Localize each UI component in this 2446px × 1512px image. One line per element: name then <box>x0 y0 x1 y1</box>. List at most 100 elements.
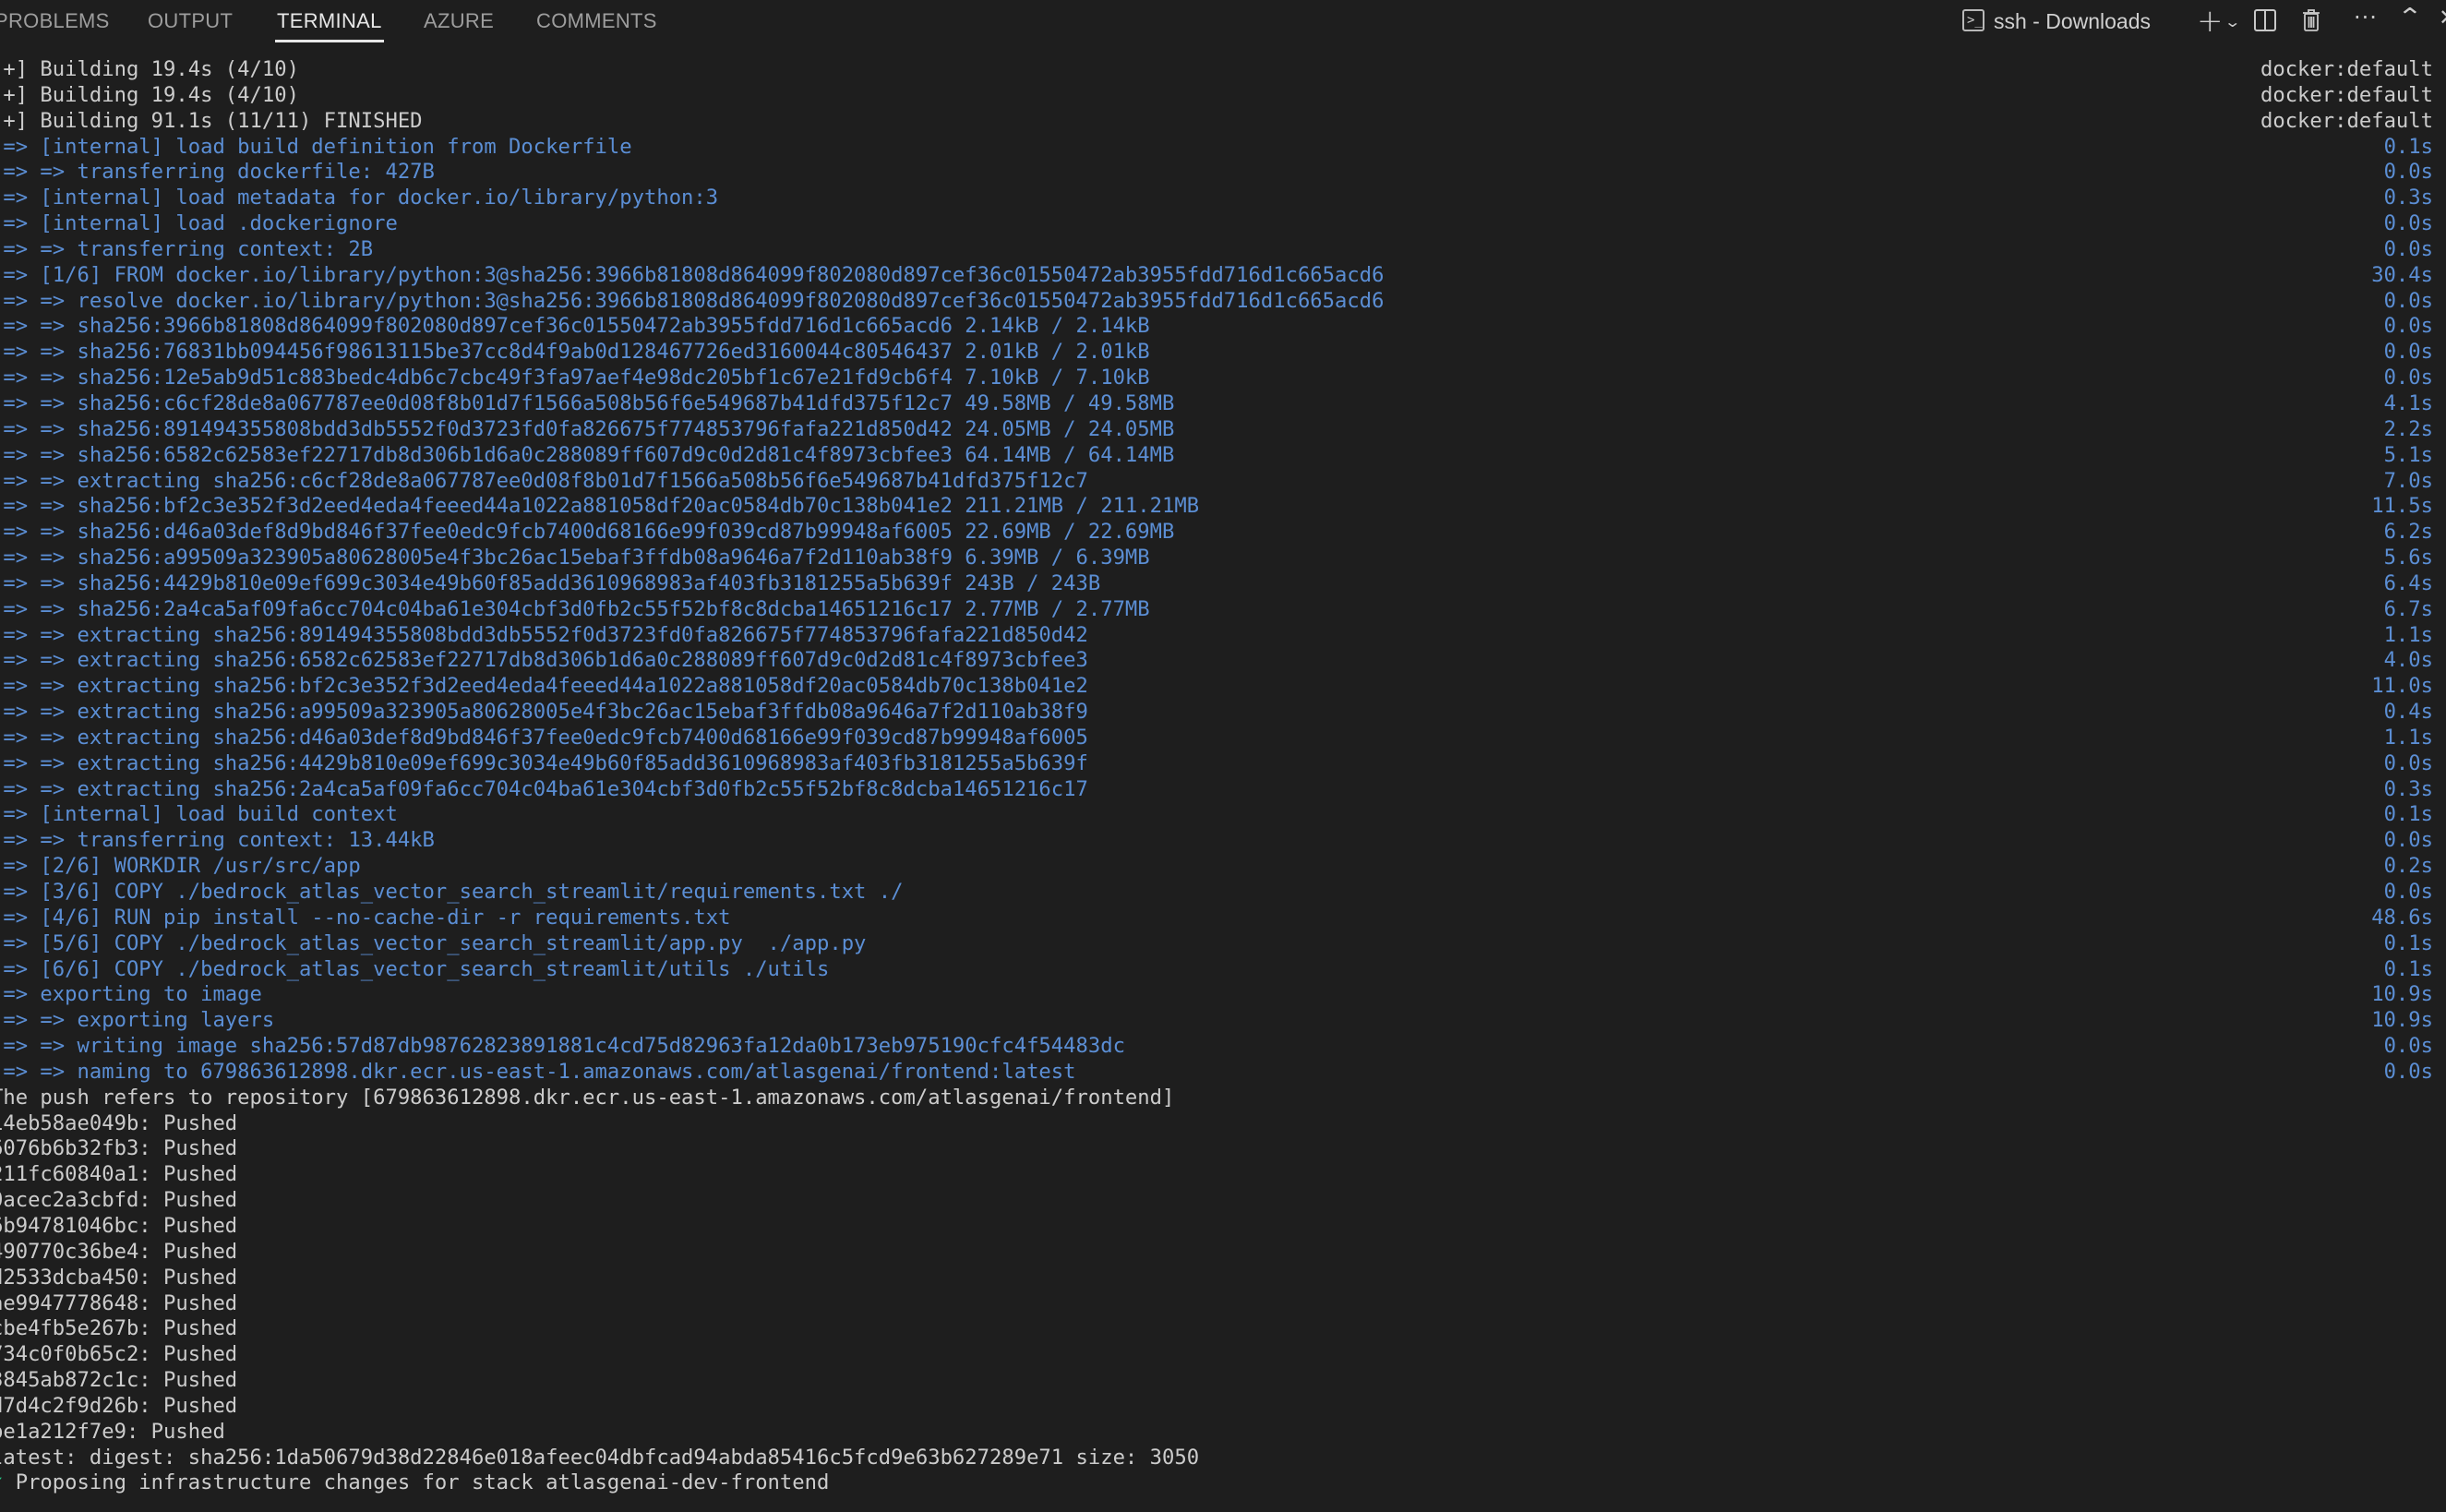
step-duration: 6.4s <box>2383 570 2433 595</box>
step-duration: 30.4s <box>2371 262 2433 287</box>
step-duration: 48.6s <box>2371 905 2433 930</box>
builder-label: docker:default <box>2260 57 2433 81</box>
step-duration: 0.0s <box>2383 828 2433 853</box>
terminal-line: => [internal] load .dockerignore 0.0s <box>0 211 2446 237</box>
terminal-line-text: => => extracting sha256:d46a03def8d9bd84… <box>0 725 1088 750</box>
terminal-output[interactable]: [+] Building 19.4s (4/10) docker:default [… <box>0 57 2446 1512</box>
terminal-line-text: => => extracting sha256:2a4ca5af09fa6cc7… <box>0 776 1088 801</box>
terminal-line: => => transferring dockerfile: 427B 0.0s <box>0 160 2446 186</box>
terminal-line: => => sha256:12e5ab9d51c883bedc4db6c7cbc… <box>0 366 2446 391</box>
terminal-line-text: 3845ab872c1c: Pushed <box>0 1368 238 1393</box>
step-duration: 0.1s <box>2383 930 2433 955</box>
terminal-line: => => transferring context: 2B 0.0s <box>0 237 2446 263</box>
terminal-line-text: => => sha256:d46a03def8d9bd846f37fee0edc… <box>0 520 1175 545</box>
step-duration: 11.5s <box>2371 494 2433 519</box>
close-icon[interactable]: ✕ <box>2439 4 2446 31</box>
terminal-line: 0acec2a3cbfd: Pushed <box>0 1188 2446 1214</box>
step-duration: 0.0s <box>2383 211 2433 236</box>
step-duration: 0.1s <box>2383 802 2433 827</box>
terminal-line: => => resolve docker.io/library/python:3… <box>0 289 2446 315</box>
terminal-line: => => naming to 679863612898.dkr.ecr.us-… <box>0 1060 2446 1086</box>
terminal-line-text: => [internal] load .dockerignore <box>0 211 398 236</box>
terminal-line-text: => [internal] load build context <box>0 802 398 827</box>
split-terminal-icon[interactable] <box>2254 9 2276 31</box>
terminal-line-text: => => sha256:891494355808bdd3db5552f0d37… <box>0 416 1175 441</box>
terminal-line: => exporting to image 10.9s <box>0 982 2446 1008</box>
tab-problems[interactable]: PROBLEMS <box>0 7 110 39</box>
terminal-line-text: d7d4c2f9d26b: Pushed <box>0 1393 238 1418</box>
terminal-line: => => sha256:2a4ca5af09fa6cc704c04ba61e3… <box>0 597 2446 623</box>
terminal-line: d2533dcba450: Pushed <box>0 1266 2446 1291</box>
terminal-line: => => sha256:bf2c3e352f3d2eed4eda4feeed4… <box>0 494 2446 520</box>
terminal-line-text: => => writing image sha256:57d87db987628… <box>0 1034 1125 1059</box>
terminal-line: 490770c36be4: Pushed <box>0 1240 2446 1266</box>
terminal-line-text: => [4/6] RUN pip install --no-cache-dir … <box>0 905 731 930</box>
terminal-line: => => sha256:4429b810e09ef699c3034e49b60… <box>0 571 2446 597</box>
terminal-line-text: 0acec2a3cbfd: Pushed <box>0 1188 238 1213</box>
tab-terminal[interactable]: TERMINAL <box>275 7 384 42</box>
terminal-line: ✓ Proposing infrastructure changes for s… <box>0 1470 2446 1496</box>
tab-output[interactable]: OUTPUT <box>148 7 233 39</box>
more-actions-icon[interactable]: ··· <box>2354 4 2378 31</box>
step-duration: 1.1s <box>2383 622 2433 647</box>
terminal-instance-label[interactable]: ssh - Downloads <box>1994 7 2151 35</box>
terminal-line-text: => => sha256:6582c62583ef22717db8d306b1d… <box>0 442 1175 467</box>
chevron-down-icon[interactable]: ⌄ <box>2224 9 2241 35</box>
terminal-line: => [4/6] RUN pip install --no-cache-dir … <box>0 906 2446 931</box>
terminal-line-text: => [internal] load build definition from… <box>0 134 632 159</box>
terminal-line: => => sha256:3966b81808d864099f802080d89… <box>0 314 2446 340</box>
terminal-line: 14eb58ae049b: Pushed <box>0 1111 2446 1137</box>
terminal-line: => => transferring context: 13.44kB 0.0s <box>0 828 2446 854</box>
step-duration: 0.2s <box>2383 854 2433 879</box>
step-duration: 0.0s <box>2383 236 2433 261</box>
terminal-icon: >_ <box>1962 9 1984 31</box>
step-duration: 4.0s <box>2383 648 2433 673</box>
terminal-toolbar: >_ ssh - Downloads + ⌄ ··· ⌃ ✕ <box>1929 0 2446 44</box>
terminal-line-text: => => sha256:12e5ab9d51c883bedc4db6c7cbc… <box>0 366 1150 390</box>
terminal-line: ae9947778648: Pushed <box>0 1291 2446 1317</box>
step-duration: 0.4s <box>2383 700 2433 725</box>
terminal-line-text: => => sha256:76831bb094456f98613115be37c… <box>0 340 1150 365</box>
new-terminal-icon[interactable]: + <box>2197 6 2224 37</box>
trash-icon[interactable] <box>2302 9 2320 31</box>
terminal-line-text: => => extracting sha256:c6cf28de8a067787… <box>0 468 1088 493</box>
tab-azure[interactable]: AZURE <box>424 7 494 39</box>
terminal-line: d7d4c2f9d26b: Pushed <box>0 1394 2446 1420</box>
terminal-line-text: => [5/6] COPY ./bedrock_atlas_vector_sea… <box>0 930 867 955</box>
step-duration: 0.0s <box>2383 314 2433 339</box>
terminal-line: => => extracting sha256:4429b810e09ef699… <box>0 751 2446 777</box>
terminal-line-text: => => naming to 679863612898.dkr.ecr.us-… <box>0 1059 1076 1084</box>
terminal-line-text: The push refers to repository [679863612… <box>0 1085 1175 1110</box>
terminal-line-text: => [2/6] WORKDIR /usr/src/app <box>0 854 361 879</box>
terminal-line: be1a212f7e9: Pushed <box>0 1420 2446 1446</box>
chevron-up-icon[interactable]: ⌃ <box>2397 4 2423 31</box>
terminal-line-text: 211fc60840a1: Pushed <box>0 1162 238 1187</box>
terminal-line-text: [+] Building 19.4s (4/10) <box>0 57 299 81</box>
terminal-line: => => extracting sha256:891494355808bdd3… <box>0 623 2446 649</box>
terminal-line-text: => [3/6] COPY ./bedrock_atlas_vector_sea… <box>0 880 904 904</box>
step-duration: 7.0s <box>2383 468 2433 493</box>
step-duration: 11.0s <box>2371 674 2433 699</box>
terminal-line-text: => => sha256:a99509a323905a80628005e4f3b… <box>0 546 1150 570</box>
tab-comments[interactable]: COMMENTS <box>536 7 657 39</box>
step-duration: 0.1s <box>2383 134 2433 159</box>
step-duration: 6.2s <box>2383 520 2433 545</box>
terminal-line-text: => => exporting layers <box>0 1008 275 1033</box>
terminal-line-message: Proposing infrastructure changes for sta… <box>3 1470 830 1495</box>
terminal-line: => [6/6] COPY ./bedrock_atlas_vector_sea… <box>0 957 2446 983</box>
terminal-line: => => extracting sha256:6582c62583ef2271… <box>0 648 2446 674</box>
step-duration: 4.1s <box>2383 390 2433 415</box>
step-duration: 0.0s <box>2383 1059 2433 1084</box>
terminal-line: => => sha256:891494355808bdd3db5552f0d37… <box>0 417 2446 443</box>
terminal-line: [+] Building 91.1s (11/11) FINISHED docke… <box>0 109 2446 135</box>
step-duration: 0.0s <box>2383 288 2433 313</box>
step-duration: 0.0s <box>2383 160 2433 185</box>
terminal-line-text: => => extracting sha256:a99509a323905a80… <box>0 700 1088 725</box>
terminal-line: latest: digest: sha256:1da50679d38d22846… <box>0 1446 2446 1471</box>
terminal-line-text: => => sha256:bf2c3e352f3d2eed4eda4feeed4… <box>0 494 1200 519</box>
terminal-line-text: d2533dcba450: Pushed <box>0 1265 238 1290</box>
step-duration: 0.0s <box>2383 1034 2433 1059</box>
terminal-line: => => extracting sha256:a99509a323905a80… <box>0 700 2446 726</box>
terminal-line-text: 734c0f0b65c2: Pushed <box>0 1342 238 1367</box>
step-duration: 0.3s <box>2383 776 2433 801</box>
